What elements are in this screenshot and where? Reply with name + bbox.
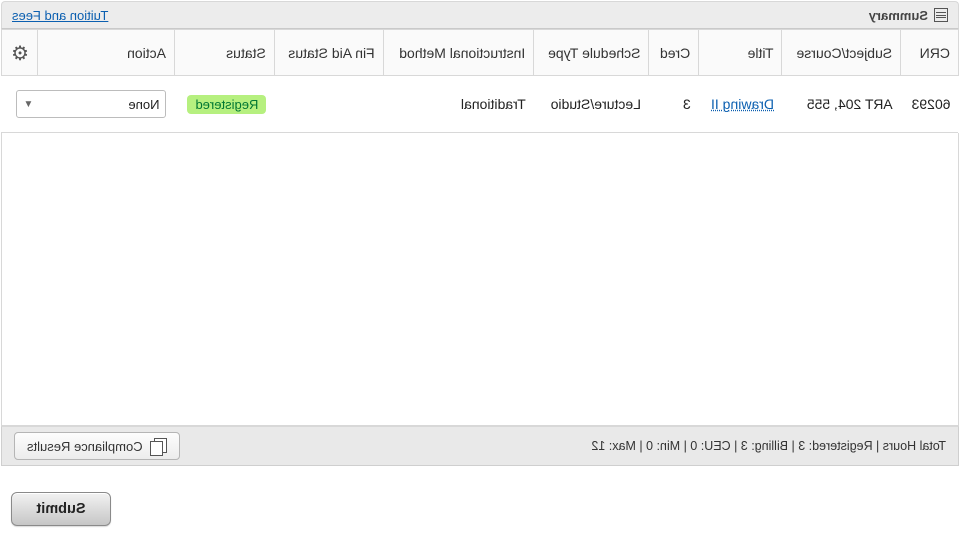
col-instructional-method: Instructional Method xyxy=(383,30,534,76)
col-schedule-type: Schedule Type xyxy=(534,30,649,76)
submit-button[interactable]: Submit xyxy=(11,492,111,526)
cell-status: Registered xyxy=(174,76,274,133)
cell-title: Drawing II xyxy=(699,76,782,133)
cell-action: None ▼ xyxy=(2,76,175,133)
cell-fin-aid xyxy=(274,76,383,133)
col-fin-aid: Fin Aid Status xyxy=(274,30,383,76)
cell-cred: 3 xyxy=(649,76,699,133)
col-subject: Subject/Course xyxy=(782,30,901,76)
col-cred: Cred xyxy=(649,30,699,76)
summary-table-header-row: CRN Subject/Course Title Cred Schedule T… xyxy=(2,30,959,76)
cell-subject: ART 204, 555 xyxy=(782,76,901,133)
total-hours-text: Total Hours | Registered: 3 | Billing: 3… xyxy=(591,439,946,453)
col-settings: ⚙ xyxy=(2,30,38,76)
cell-schedule-type: Lecture/Studio xyxy=(534,76,649,133)
chevron-down-icon: ▼ xyxy=(23,99,33,110)
documents-icon xyxy=(151,438,167,454)
col-status: Status xyxy=(174,30,274,76)
status-badge: Registered xyxy=(187,95,266,114)
summary-title: Summary xyxy=(869,8,928,23)
summary-icon xyxy=(934,8,948,22)
col-crn: CRN xyxy=(901,30,959,76)
tuition-and-fees-link[interactable]: Tuition and Fees xyxy=(12,8,108,23)
gear-icon[interactable]: ⚙ xyxy=(11,41,29,66)
summary-footer: Total Hours | Registered: 3 | Billing: 3… xyxy=(1,426,959,466)
summary-header: Summary Tuition and Fees xyxy=(1,1,959,29)
summary-title-group: Summary xyxy=(869,8,948,23)
compliance-results-label: Compliance Results xyxy=(27,439,143,454)
cell-crn: 60293 xyxy=(901,76,959,133)
summary-table-empty-area xyxy=(1,133,959,426)
compliance-results-button[interactable]: Compliance Results xyxy=(14,432,180,460)
summary-table: CRN Subject/Course Title Cred Schedule T… xyxy=(1,29,959,133)
action-dropdown[interactable]: None ▼ xyxy=(16,90,166,118)
col-action: Action xyxy=(38,30,175,76)
col-title: Title xyxy=(699,30,782,76)
table-row: 60293 ART 204, 555 Drawing II 3 Lecture/… xyxy=(2,76,959,133)
action-dropdown-value: None xyxy=(128,97,159,112)
course-title-link[interactable]: Drawing II xyxy=(711,96,774,112)
cell-instructional-method: Traditional xyxy=(383,76,534,133)
